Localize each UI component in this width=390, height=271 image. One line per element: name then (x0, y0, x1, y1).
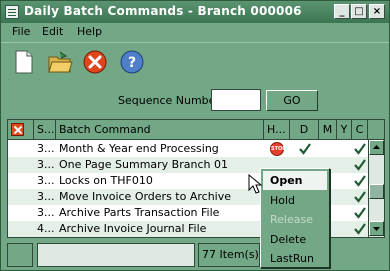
menu-edit[interactable]: Edit (42, 25, 63, 38)
menu-bar: File Edit Help (1, 23, 389, 41)
minimize-button[interactable]: _ (334, 4, 350, 19)
row-batch-command: Archive Parts Transaction File (59, 206, 220, 219)
vertical-scrollbar[interactable] (368, 140, 384, 237)
row-sequence: 3... (37, 158, 55, 171)
grid-header: S... Batch Command H... D M Y C (8, 120, 384, 140)
row-batch-command: Archive Invoice Journal File (59, 222, 207, 235)
column-c[interactable]: C (352, 120, 368, 140)
menu-file[interactable]: File (12, 25, 30, 38)
table-row[interactable]: 3... Month & Year end Processing STOP (8, 141, 368, 157)
stop-sign-icon: STOP (270, 142, 286, 156)
new-document-icon[interactable] (9, 48, 37, 76)
context-menu-delete[interactable]: Delete (263, 230, 327, 249)
context-menu-release: Release (270, 213, 313, 226)
checkmark-icon (354, 175, 366, 187)
delete-icon (11, 123, 24, 136)
delete-column-header[interactable] (8, 120, 34, 140)
column-daily[interactable]: D (290, 120, 319, 140)
sequence-number-label: Sequence Number (118, 94, 220, 107)
arrow-down-icon (373, 227, 380, 231)
mouse-pointer-icon (248, 174, 263, 194)
context-menu-lastrun[interactable]: LastRun (263, 249, 327, 268)
column-seq[interactable]: S... (34, 120, 56, 140)
row-batch-command: Month & Year end Processing (59, 142, 219, 155)
title-bar[interactable]: Daily Batch Commands - Branch 000006 _ □… (1, 1, 389, 23)
main-window: Daily Batch Commands - Branch 000006 _ □… (0, 0, 390, 271)
status-bar: 77 Item(s) (1, 240, 389, 270)
checkmark-icon (299, 143, 311, 155)
context-menu-open[interactable]: Open (263, 171, 327, 190)
row-sequence: 3... (37, 206, 55, 219)
sequence-number-input[interactable] (211, 89, 261, 111)
checkmark-icon (354, 207, 366, 219)
help-icon-glyph: ? (128, 55, 136, 71)
row-batch-command: One Page Summary Branch 01 (59, 158, 228, 171)
checkmark-icon (354, 143, 366, 155)
column-yearly[interactable]: Y (337, 120, 352, 140)
row-sequence: 4... (37, 222, 55, 235)
close-button[interactable]: × (369, 4, 385, 19)
open-folder-icon[interactable] (46, 48, 74, 76)
cancel-icon[interactable] (81, 48, 109, 76)
scroll-down-button[interactable] (369, 221, 384, 236)
checkmark-icon (354, 159, 366, 171)
row-batch-command: Locks on THF010 (59, 174, 153, 187)
context-menu-hold[interactable]: Hold (263, 191, 327, 210)
column-batch-command[interactable]: Batch Command (56, 120, 264, 140)
go-button[interactable]: GO (266, 90, 318, 111)
row-sequence: 3... (37, 174, 55, 187)
context-menu: Open Hold Release Delete LastRun (260, 168, 330, 268)
arrow-up-icon (373, 145, 380, 149)
row-sequence: 3... (37, 190, 55, 203)
column-monthly[interactable]: M (319, 120, 337, 140)
row-batch-command: Move Invoice Orders to Archive (59, 190, 232, 203)
row-sequence: 3... (37, 142, 55, 155)
toolbar: ? (1, 42, 389, 80)
menu-help[interactable]: Help (77, 25, 102, 38)
status-panel-left (7, 243, 33, 267)
app-icon (5, 5, 19, 19)
checkmark-icon (354, 223, 366, 235)
column-hold[interactable]: H... (264, 120, 290, 140)
maximize-button[interactable]: □ (351, 4, 367, 19)
item-count: 77 Item(s) (198, 243, 260, 267)
window-title: Daily Batch Commands - Branch 000006 (24, 4, 302, 18)
checkmark-icon (354, 191, 366, 203)
scroll-thumb[interactable] (369, 184, 384, 199)
help-icon[interactable]: ? (118, 48, 146, 76)
scroll-up-button[interactable] (369, 140, 384, 155)
status-progress-panel (37, 243, 195, 267)
